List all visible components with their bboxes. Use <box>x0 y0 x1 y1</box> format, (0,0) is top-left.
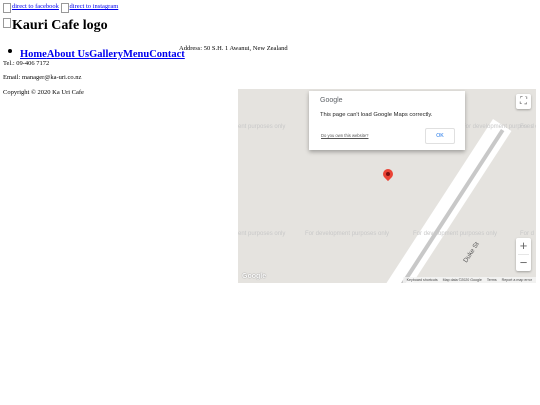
phone-text: Tel.: 09-406 7172 <box>3 60 50 67</box>
facebook-link-label: direct to facebook <box>12 3 59 10</box>
dev-watermark: For development purposes only <box>413 231 498 237</box>
dialog-message: This page can't load Google Maps correct… <box>320 112 433 118</box>
nav-link-gallery[interactable]: Gallery <box>89 49 123 60</box>
nav-item-gallery[interactable]: Gallery <box>89 49 123 60</box>
dev-watermark: For development purposes only <box>305 231 390 237</box>
address-text: Address: 50 S.H. 1 Awanui, New Zealand <box>179 45 288 52</box>
dev-watermark: ent purposes only <box>238 231 286 237</box>
logo-alt-text: Kauri Cafe logo <box>12 18 108 33</box>
dev-watermark: For d <box>520 124 535 130</box>
terms-link[interactable]: Terms <box>487 278 497 282</box>
broken-image-icon <box>60 3 69 13</box>
nav-link-home[interactable]: Home <box>20 49 47 60</box>
nav-link-about[interactable]: About Us <box>47 49 89 60</box>
ok-button[interactable]: OK <box>425 128 455 144</box>
map-pin-dot <box>386 172 390 176</box>
email-text: Email: manager@ka-uri.co.nz <box>3 74 82 81</box>
report-error-link[interactable]: Report a map error <box>502 278 532 282</box>
zoom-out-button[interactable]: − <box>516 255 531 271</box>
social-links: direct to facebook direct to instagram <box>3 3 118 13</box>
zoom-in-button[interactable]: + <box>516 238 531 254</box>
fullscreen-icon: ⛶ <box>520 96 527 107</box>
google-map[interactable]: Duke St ent purposes only For developmen… <box>238 89 536 283</box>
owner-link[interactable]: Do you own this website? <box>321 133 368 138</box>
nav-link-menu[interactable]: Menu <box>123 49 149 60</box>
broken-image-icon <box>3 3 11 13</box>
instagram-link-label: direct to instagram <box>69 3 119 10</box>
google-logo[interactable]: Google <box>242 273 266 280</box>
keyboard-shortcuts-link[interactable]: Keyboard shortcuts <box>407 278 438 282</box>
zoom-control: + − <box>516 238 531 271</box>
instagram-link[interactable]: direct to instagram <box>60 3 119 13</box>
dev-watermark: ent purposes only <box>238 124 286 130</box>
broken-image-icon <box>3 18 11 28</box>
street-label: Duke St <box>462 240 481 265</box>
copyright-text: Copyright © 2020 Ka Uri Cafe <box>3 89 84 96</box>
nav-item-menu[interactable]: Menu <box>123 49 149 60</box>
nav-item-home[interactable]: Home <box>20 49 47 60</box>
facebook-link[interactable]: direct to facebook <box>3 3 59 13</box>
dialog-google-logo: Google <box>320 97 343 104</box>
map-attribution: Keyboard shortcuts Map data ©2020 Google… <box>402 277 536 283</box>
map-data-text: Map data ©2020 Google <box>442 278 482 282</box>
bullet-icon <box>8 49 12 53</box>
fullscreen-button[interactable]: ⛶ <box>516 94 531 109</box>
site-logo: Kauri Cafe logo <box>3 18 108 34</box>
dev-watermark: For d <box>520 231 535 237</box>
nav-item-about[interactable]: About Us <box>47 49 89 60</box>
maps-error-dialog: Google This page can't load Google Maps … <box>309 91 465 150</box>
